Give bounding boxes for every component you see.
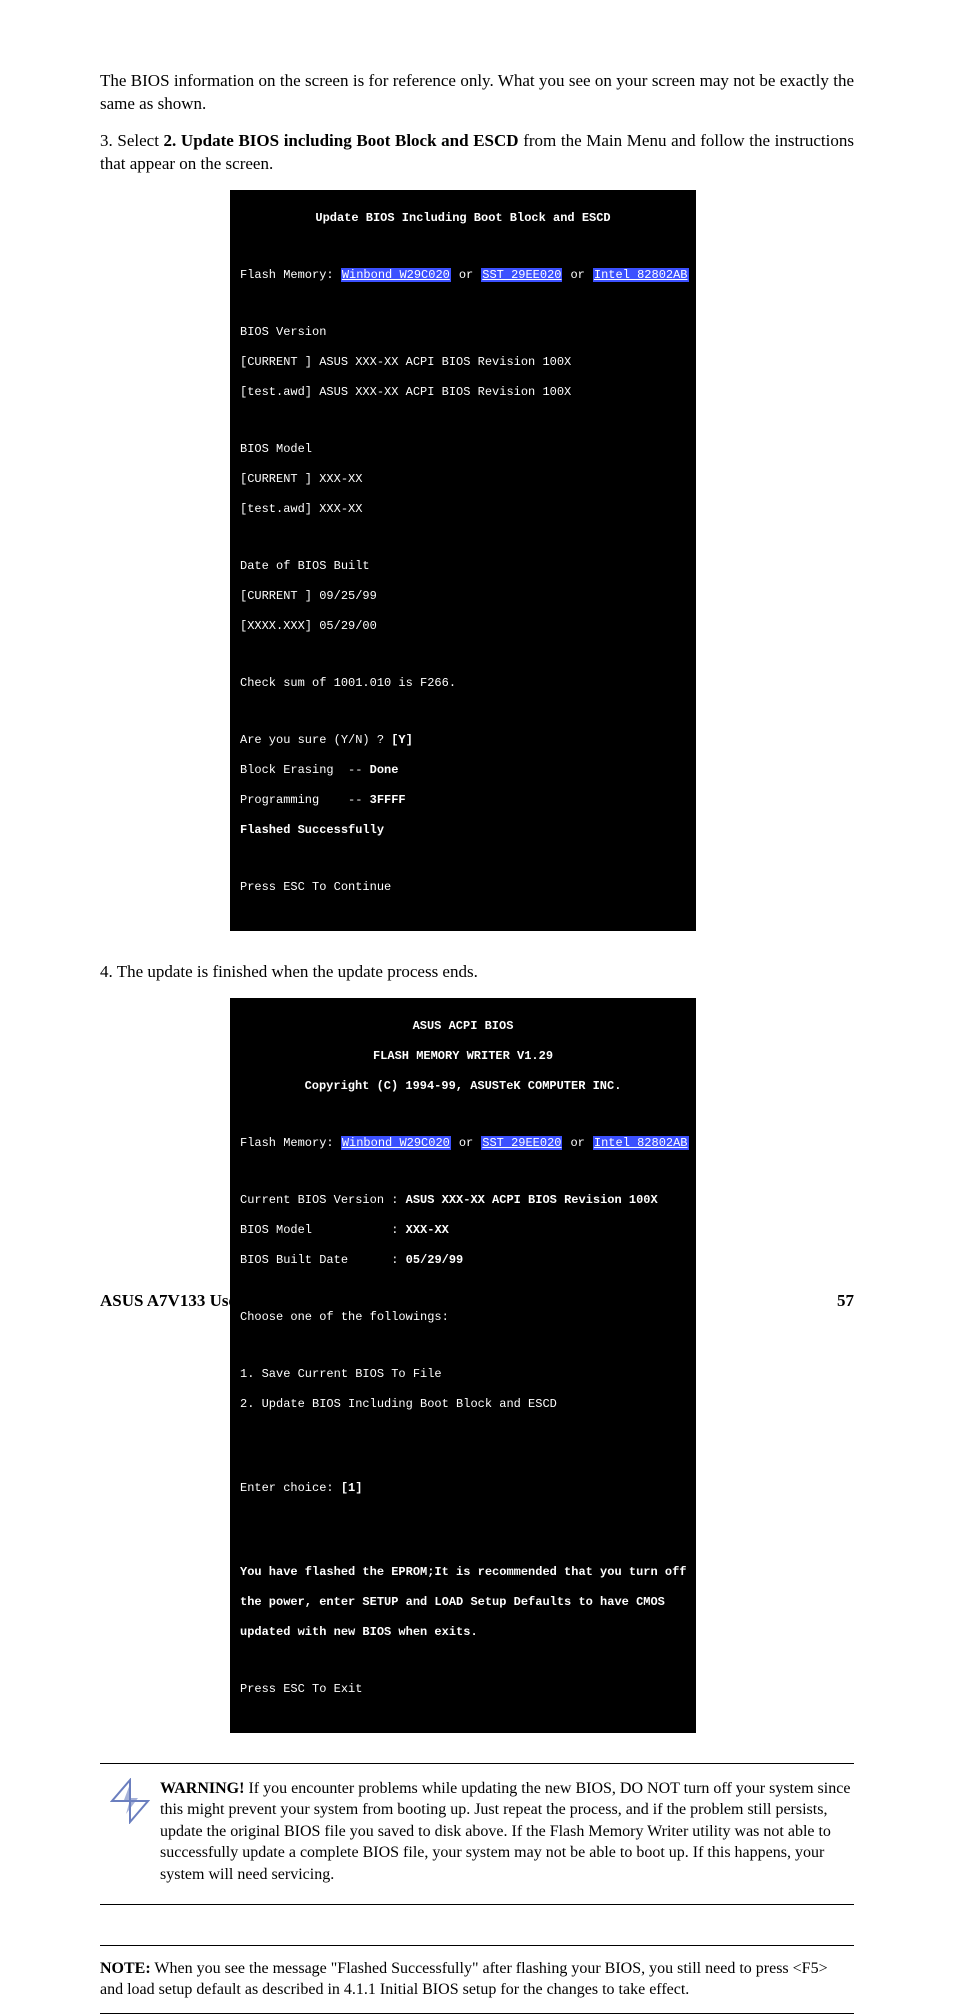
terminal2-flashmem: Flash Memory: Winbond W29C020orSST 29EE0…: [240, 1136, 686, 1151]
terminal1-ver2: [test.awd] ASUS XXX-XX ACPI BIOS Revisio…: [240, 385, 686, 400]
terminal2-opt2: 2. Update BIOS Including Boot Block and …: [240, 1397, 686, 1412]
footer-page-number: 57: [837, 1291, 854, 1311]
terminal2-press: Press ESC To Exit: [240, 1682, 686, 1697]
terminal2-advice2: the power, enter SETUP and LOAD Setup De…: [240, 1595, 686, 1610]
terminal2-opt1: 1. Save Current BIOS To File: [240, 1367, 686, 1382]
step-3a: 3. Select: [100, 131, 164, 150]
terminal1-prog: Programming -- 3FFFF: [240, 793, 686, 808]
terminal1-flashed: Flashed Successfully: [240, 823, 686, 838]
terminal2-advice1: You have flashed the EPROM;It is recomme…: [240, 1565, 686, 1580]
warning-block: WARNING! If you encounter problems while…: [100, 1763, 854, 1905]
intro-paragraph: The BIOS information on the screen is fo…: [100, 70, 854, 116]
terminal2-model: BIOS Model : XXX-XX: [240, 1223, 686, 1238]
terminal2-h1: ASUS ACPI BIOS: [240, 1019, 686, 1034]
step-4-paragraph: 4. The update is finished when the updat…: [100, 961, 854, 984]
note-link-text: 4.1.1 Initial BIOS setup: [344, 1981, 496, 1998]
terminal1-erase: Block Erasing -- Done: [240, 763, 686, 778]
terminal1-date2: [XXXX.XXX] 05/29/00: [240, 619, 686, 634]
terminal2-h3: Copyright (C) 1994-99, ASUSTeK COMPUTER …: [240, 1079, 686, 1094]
terminal1-title: Update BIOS Including Boot Block and ESC…: [240, 211, 686, 226]
step-3-bold: 2. Update BIOS including Boot Block and …: [164, 131, 519, 150]
bios-screenshot-1: Update BIOS Including Boot Block and ESC…: [230, 190, 854, 931]
terminal1-date1: [CURRENT ] 09/25/99: [240, 589, 686, 604]
terminal2-h2: FLASH MEMORY WRITER V1.29: [240, 1049, 686, 1064]
terminal2-curver: Current BIOS Version : ASUS XXX-XX ACPI …: [240, 1193, 686, 1208]
terminal2-enter: Enter choice: [1]: [240, 1481, 686, 1496]
lightning-icon: [100, 1778, 160, 1824]
terminal1-checksum: Check sum of 1001.010 is F266.: [240, 676, 686, 691]
step-3-paragraph: 3. Select 2. Update BIOS including Boot …: [100, 130, 854, 176]
terminal2-choose: Choose one of the followings:: [240, 1310, 686, 1325]
warning-lead: WARNING!: [160, 1780, 244, 1797]
page-footer: ASUS A7V133 User's Manual 57: [0, 1291, 954, 1311]
warning-body: If you encounter problems while updating…: [160, 1780, 850, 1883]
terminal1-model-heading: BIOS Model: [240, 442, 686, 457]
terminal2-date: BIOS Built Date : 05/29/99: [240, 1253, 686, 1268]
bios-screenshot-2: ASUS ACPI BIOS FLASH MEMORY WRITER V1.29…: [230, 998, 854, 1733]
note-body-b: for the changes to take effect.: [496, 1981, 689, 1998]
footer-manual-title: ASUS A7V133 User's Manual: [100, 1291, 316, 1311]
terminal1-model1: [CURRENT ] XXX-XX: [240, 472, 686, 487]
terminal1-ver1: [CURRENT ] ASUS XXX-XX ACPI BIOS Revisio…: [240, 355, 686, 370]
terminal2-advice3: updated with new BIOS when exits.: [240, 1625, 686, 1640]
note-block: NOTE: When you see the message "Flashed …: [100, 1945, 854, 2014]
warning-text: WARNING! If you encounter problems while…: [160, 1778, 854, 1886]
terminal1-flashmem: Flash Memory: Winbond W29C020orSST 29EE0…: [240, 268, 686, 283]
note-lead: NOTE:: [100, 1960, 151, 1977]
terminal1-date-heading: Date of BIOS Built: [240, 559, 686, 574]
terminal1-model2: [test.awd] XXX-XX: [240, 502, 686, 517]
terminal1-sure: Are you sure (Y/N) ? [Y]: [240, 733, 686, 748]
terminal1-press: Press ESC To Continue: [240, 880, 686, 895]
terminal1-ver-heading: BIOS Version: [240, 325, 686, 340]
